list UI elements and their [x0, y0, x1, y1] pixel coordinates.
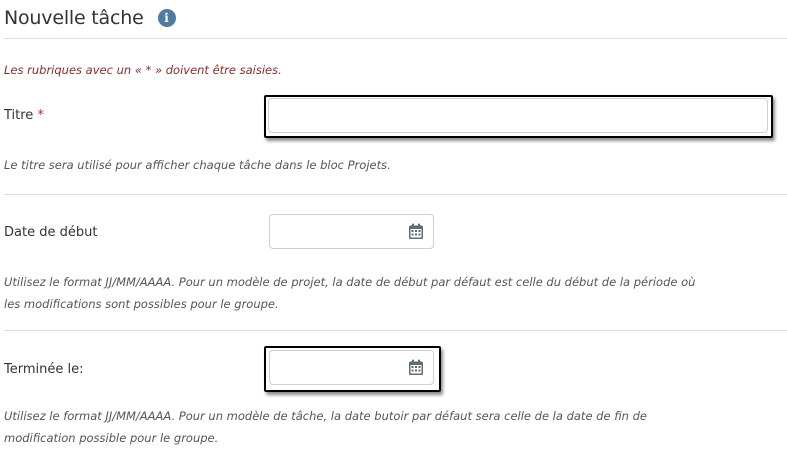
start-date-help-text: Utilisez le format JJ/MM/AAAA. Pour un m…: [4, 271, 704, 315]
title-help-text: Le titre sera utilisé pour afficher chaq…: [4, 158, 391, 172]
page-title: Nouvelle tâche: [4, 7, 144, 29]
header-divider: [4, 38, 787, 39]
required-star: *: [37, 108, 44, 123]
completed-on-help-line-2: modification possible pour le groupe.: [4, 431, 219, 445]
required-fields-note: Les rubriques avec un « * » doivent être…: [4, 63, 282, 77]
start-date-help-line-2: les modifications sont possibles pour le…: [4, 297, 279, 311]
completed-on-help-text: Utilisez le format JJ/MM/AAAA. Pour un m…: [4, 405, 704, 449]
completed-on-label: Terminée le:: [4, 362, 84, 377]
section-divider: [4, 330, 787, 331]
section-divider: [4, 194, 787, 195]
start-date-help-line-1: Utilisez le format JJ/MM/AAAA. Pour un m…: [4, 275, 696, 289]
start-date-input[interactable]: [269, 214, 434, 249]
start-date-label: Date de début: [4, 225, 98, 240]
calendar-icon[interactable]: [408, 359, 424, 376]
info-icon[interactable]: i: [157, 9, 176, 27]
title-input[interactable]: [268, 98, 768, 133]
completed-on-input[interactable]: [269, 350, 434, 385]
title-label-text: Titre: [4, 108, 34, 123]
page-header: Nouvelle tâche i: [4, 4, 176, 32]
title-label: Titre *: [4, 108, 44, 123]
completed-on-help-line-1: Utilisez le format JJ/MM/AAAA. Pour un m…: [4, 409, 647, 423]
calendar-icon[interactable]: [408, 223, 424, 240]
